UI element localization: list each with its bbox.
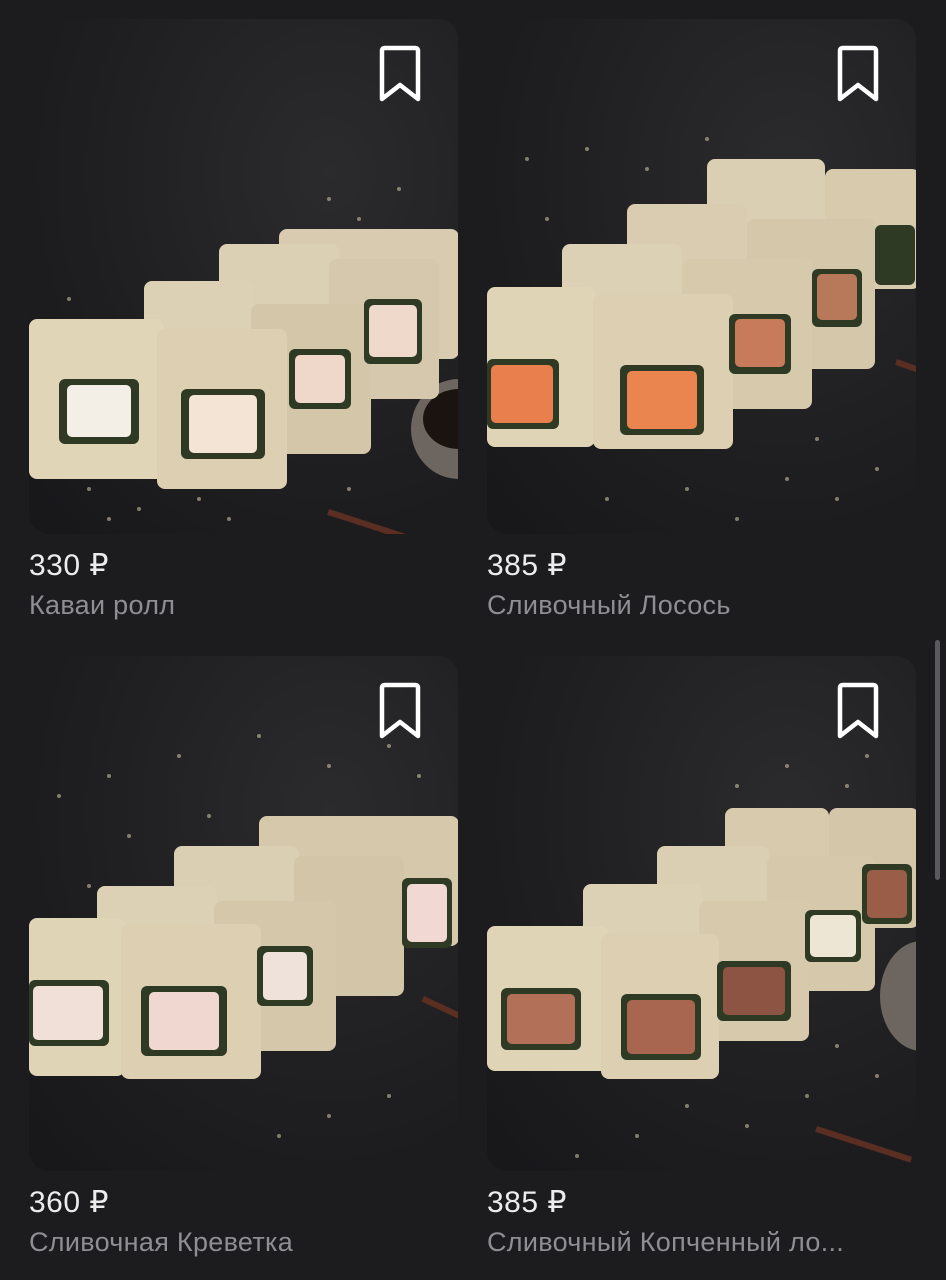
bookmark-icon[interactable]: [374, 682, 426, 742]
product-grid: 330 ₽ Каваи ролл 385 ₽ Сливочный Лосось …: [0, 0, 946, 1280]
scrollbar[interactable]: [935, 640, 940, 880]
product-card[interactable]: 360 ₽ Сливочная Креветка: [29, 656, 458, 1259]
product-price: 385 ₽: [487, 1186, 567, 1219]
product-name: Сливочный Копченный ло...: [487, 1227, 845, 1257]
product-card[interactable]: 385 ₽ Сливочный Копченный ло...: [487, 656, 916, 1259]
product-card[interactable]: 385 ₽ Сливочный Лосось: [487, 19, 916, 622]
product-name: Сливочная Креветка: [29, 1227, 294, 1257]
product-name: Каваи ролл: [29, 590, 176, 620]
bookmark-icon[interactable]: [374, 45, 426, 105]
product-photo[interactable]: [487, 656, 916, 1171]
product-photo[interactable]: [29, 656, 458, 1171]
product-photo[interactable]: [29, 19, 458, 534]
product-card[interactable]: 330 ₽ Каваи ролл: [29, 19, 458, 622]
product-price: 385 ₽: [487, 549, 567, 582]
product-price: 360 ₽: [29, 1186, 109, 1219]
bookmark-icon[interactable]: [832, 682, 884, 742]
product-photo[interactable]: [487, 19, 916, 534]
product-price: 330 ₽: [29, 549, 109, 582]
bookmark-icon[interactable]: [832, 45, 884, 105]
product-name: Сливочный Лосось: [487, 590, 731, 620]
